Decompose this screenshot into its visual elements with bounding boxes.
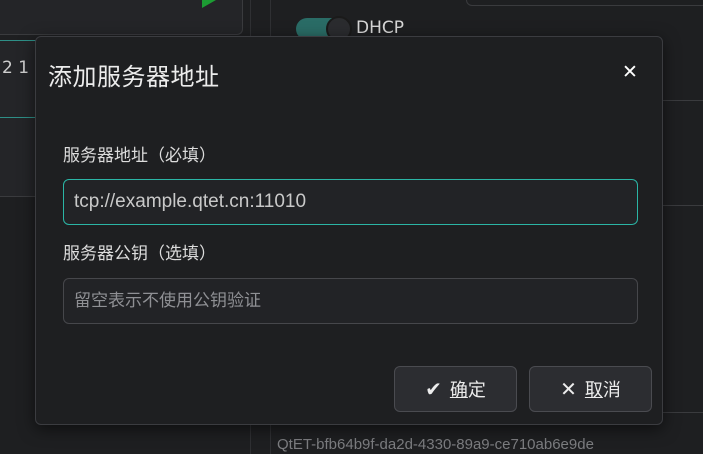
server-pubkey-input[interactable] — [63, 278, 638, 324]
background-row-divider — [660, 412, 703, 413]
confirm-button-label: 确定 — [449, 380, 486, 401]
background-left-card-text: 2 1 — [2, 58, 30, 78]
confirm-button[interactable]: ✔ 确定 — [394, 366, 517, 412]
close-icon[interactable]: ✕ — [620, 62, 640, 82]
dialog-title: 添加服务器地址 — [48, 63, 220, 91]
background-row-divider — [660, 100, 703, 101]
add-server-dialog: 添加服务器地址 ✕ 服务器地址（必填） 服务器公钥（选填） ✔ 确定 ✕ 取消 — [35, 36, 663, 425]
cancel-button-label: 取消 — [584, 380, 621, 401]
server-address-label: 服务器地址（必填） — [63, 146, 216, 166]
server-pubkey-label: 服务器公钥（选填） — [63, 244, 216, 264]
close-icon: ✕ — [560, 377, 577, 401]
cancel-button[interactable]: ✕ 取消 — [529, 366, 652, 412]
background-row-divider — [660, 205, 703, 206]
background-top-box — [466, 0, 703, 6]
background-left-card-2 — [0, 118, 40, 197]
play-icon[interactable] — [202, 0, 216, 8]
check-icon: ✔ — [425, 377, 442, 401]
instance-id-text: QtET-bfb64b9f-da2d-4330-89a9-ce710ab6e9d… — [277, 436, 594, 453]
dhcp-label: DHCP — [356, 18, 404, 38]
server-address-input[interactable] — [63, 179, 638, 225]
